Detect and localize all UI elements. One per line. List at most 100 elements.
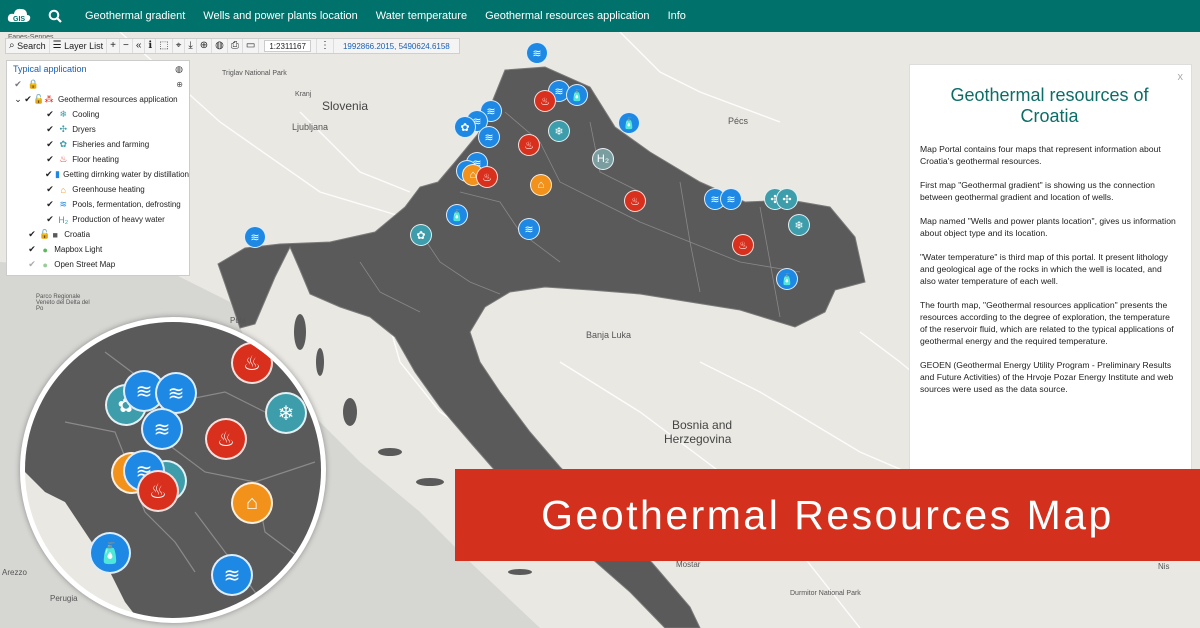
bottle-marker[interactable]: 🧴: [446, 204, 468, 226]
heating-marker[interactable]: ♨: [137, 470, 179, 512]
fish-marker[interactable]: ✿: [410, 224, 432, 246]
basemap-mapbox-light[interactable]: ✔ ● Mapbox Light: [7, 242, 189, 257]
checkbox-checked-icon[interactable]: ✔: [45, 139, 55, 150]
layer-item-fisheries[interactable]: ✔ ✿ Fisheries and farming: [7, 137, 189, 152]
measure-icon: ⊕: [199, 40, 209, 51]
checkbox-checked-icon[interactable]: ✔: [45, 124, 55, 135]
fish-marker[interactable]: ✿: [454, 116, 476, 138]
unlock-icon[interactable]: 🔓: [39, 229, 50, 240]
layer-item-greenhouse[interactable]: ✔ ⌂ Greenhouse heating: [7, 182, 189, 197]
nav-geothermal-application[interactable]: Geothermal resources application: [476, 0, 658, 32]
nav-water-temperature[interactable]: Water temperature: [367, 0, 476, 32]
zoom-layer-icon[interactable]: ⊕: [176, 80, 183, 89]
measure-button[interactable]: ⊕: [197, 39, 213, 53]
download-button[interactable]: ⤓: [185, 39, 197, 53]
layer-item-floor-heating[interactable]: ✔ ♨ Floor heating: [7, 152, 189, 167]
info-paragraph: "Water temperature" is third map of this…: [920, 252, 1168, 286]
heating-marker[interactable]: ♨: [518, 134, 540, 156]
layer-item-croatia[interactable]: ✔ 🔓 ■ Croatia: [7, 227, 189, 242]
fan-marker[interactable]: ✣: [776, 188, 798, 210]
banner-text: Geothermal Resources Map: [541, 491, 1114, 538]
waves-marker[interactable]: ≋: [720, 188, 742, 210]
h2o-marker[interactable]: H₂: [592, 148, 614, 170]
globe-button[interactable]: ◍: [212, 39, 228, 53]
unlock-icon[interactable]: 🔓: [33, 94, 44, 105]
checkbox-checked-icon[interactable]: ✔: [45, 214, 55, 225]
scale-field[interactable]: 1:2311167: [259, 39, 317, 53]
layer-item-heavy-water[interactable]: ✔ H₂ Production of heavy water: [7, 212, 189, 227]
bottle-marker[interactable]: 🧴: [618, 112, 640, 134]
checkbox-checked-icon[interactable]: ✔: [27, 229, 37, 240]
select-box-button[interactable]: ⬚: [156, 39, 173, 53]
layer-item-dryers[interactable]: ✔ ✣ Dryers: [7, 122, 189, 137]
close-icon[interactable]: x: [1178, 71, 1184, 83]
heating-marker[interactable]: ♨: [534, 90, 556, 112]
greenhouse-marker[interactable]: ⌂: [231, 482, 273, 524]
search-button[interactable]: ⌕ Search: [6, 39, 50, 53]
globe-icon: ◍: [215, 40, 224, 51]
chevron-down-icon[interactable]: ⌄: [13, 94, 23, 105]
layer-list-button[interactable]: ☰ Layer List: [50, 39, 108, 53]
check-all-icon[interactable]: ✔: [13, 79, 23, 90]
layer-item-drinking-water[interactable]: ✔ ▮ Getting dirnking water by distillatio…: [7, 167, 189, 182]
checkbox-checked-icon[interactable]: ✔: [45, 184, 55, 195]
collapse-button[interactable]: «: [133, 39, 146, 53]
checkbox-checked-icon[interactable]: ✔: [45, 169, 53, 180]
bottle-icon: ▮: [54, 169, 60, 179]
layer-panel-title[interactable]: Typical application: [13, 64, 87, 74]
search-icon[interactable]: [40, 0, 70, 32]
info-paragraph: Map Portal contains four maps that repre…: [920, 144, 1161, 166]
layer-panel-controls: ✔ 🔒 ⊕: [7, 77, 189, 92]
label-triglav: Triglav National Park: [222, 70, 287, 77]
checkbox-checked-icon[interactable]: ✔: [23, 94, 33, 105]
zoom-in-button[interactable]: +: [107, 39, 121, 53]
snowflake-marker[interactable]: ❄: [788, 214, 810, 236]
print-button[interactable]: ⎙: [228, 39, 243, 53]
radio-dot-icon[interactable]: ●: [39, 245, 51, 255]
nav-geothermal-gradient[interactable]: Geothermal gradient: [76, 0, 194, 32]
waves-marker[interactable]: ≋: [211, 554, 253, 596]
nav-info[interactable]: Info: [659, 0, 695, 32]
nav-wells-power-plants[interactable]: Wells and power plants location: [194, 0, 367, 32]
waves-marker[interactable]: ≋: [518, 218, 540, 240]
svg-text:GIS: GIS: [13, 16, 25, 23]
map-toolbar: ⌕ Search ☰ Layer List + − « ℹ ⬚ ⌖ ⤓ ⊕ ◍ …: [5, 38, 460, 54]
checkbox-unchecked-icon[interactable]: ✔: [27, 259, 37, 270]
lock-icon[interactable]: 🔒: [27, 79, 38, 90]
greenhouse-marker[interactable]: ⌂: [530, 174, 552, 196]
print-icon: ⎙: [230, 40, 239, 51]
gis-logo-icon[interactable]: GIS: [2, 0, 36, 32]
checkbox-checked-icon[interactable]: ✔: [45, 109, 55, 120]
checkbox-checked-icon[interactable]: ✔: [27, 244, 37, 255]
layer-panel-header: Typical application ◍: [7, 61, 189, 77]
checkbox-checked-icon[interactable]: ✔: [45, 154, 55, 165]
fullscreen-button[interactable]: ▭: [243, 39, 260, 53]
radio-dot-icon[interactable]: ●: [39, 260, 51, 270]
snowflake-marker[interactable]: ❄: [265, 392, 307, 434]
bottle-marker[interactable]: 🧴: [89, 532, 131, 574]
globe-icon[interactable]: ◍: [175, 64, 183, 75]
waves-marker[interactable]: ≋: [478, 126, 500, 148]
basemap-open-street-map[interactable]: ✔ ● Open Street Map: [7, 257, 189, 272]
heating-marker[interactable]: ♨: [205, 418, 247, 460]
heating-marker[interactable]: ♨: [732, 234, 754, 256]
info-paragraph: First map "Geothermal gradient" is showi…: [920, 180, 1155, 202]
locate-button[interactable]: ⌖: [173, 39, 186, 53]
snowflake-marker[interactable]: ❄: [548, 120, 570, 142]
waves-marker[interactable]: ≋: [141, 408, 183, 450]
checkbox-checked-icon[interactable]: ✔: [45, 199, 55, 210]
heating-marker[interactable]: ♨: [231, 342, 273, 384]
info-button[interactable]: ℹ: [145, 39, 157, 53]
layer-item-pools[interactable]: ✔ ≋ Pools, fermentation, defrosting: [7, 197, 189, 212]
zoom-out-button[interactable]: −: [120, 39, 133, 53]
heating-marker[interactable]: ♨: [476, 166, 498, 188]
waves-marker[interactable]: ≋: [244, 226, 266, 248]
layer-item-cooling[interactable]: ✔ ❄ Cooling: [7, 107, 189, 122]
more-button[interactable]: ⋮: [317, 39, 334, 53]
coordinates-display: 1992866.2015, 5490624.6158: [334, 39, 459, 53]
heating-marker[interactable]: ♨: [624, 190, 646, 212]
bottle-marker[interactable]: 🧴: [776, 268, 798, 290]
waves-marker[interactable]: ≋: [526, 42, 548, 64]
bottle-marker[interactable]: 🧴: [566, 84, 588, 106]
layer-group-application[interactable]: ⌄ ✔ 🔓 ⁂ Geothermal resources application: [7, 92, 189, 107]
